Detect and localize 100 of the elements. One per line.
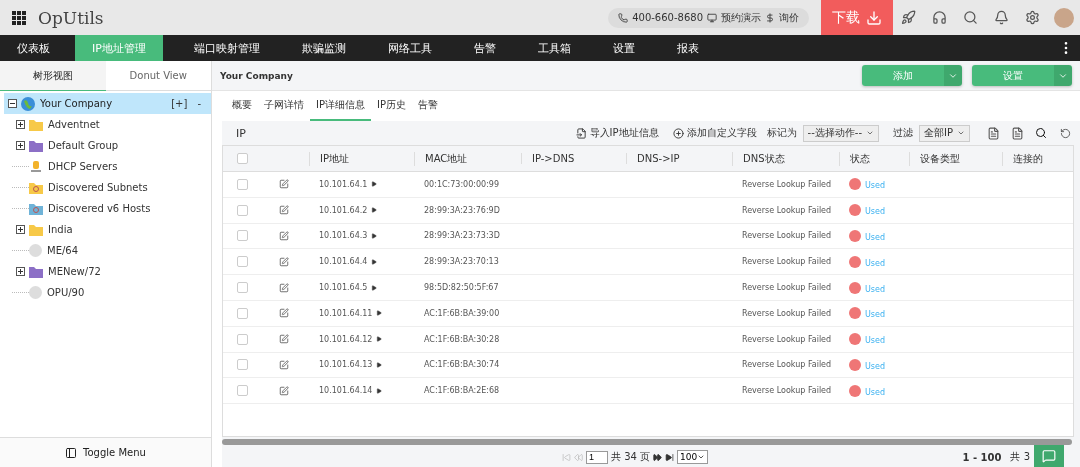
tree-item[interactable]: OPU/90: [0, 282, 211, 303]
sidebar-tab[interactable]: Donut View: [105, 61, 211, 91]
select-all-checkbox[interactable]: [237, 153, 248, 164]
row-checkbox[interactable]: [237, 359, 248, 371]
tree-root[interactable]: Your Company [+] -: [4, 93, 211, 114]
chat-button[interactable]: [1034, 445, 1064, 467]
sidebar-tab[interactable]: 树形视图: [0, 61, 106, 91]
phone-number: 400-660-8680: [632, 12, 703, 23]
edit-icon[interactable]: [279, 334, 289, 345]
horizontal-scrollbar[interactable]: [222, 439, 1072, 445]
add-node-link[interactable]: [+]: [171, 98, 188, 109]
next-page-icon[interactable]: [653, 452, 663, 462]
play-icon[interactable]: [371, 233, 378, 239]
tab[interactable]: IP历史: [371, 91, 412, 121]
play-icon[interactable]: [376, 336, 383, 343]
price-link[interactable]: 询价: [779, 10, 799, 25]
folder-icon: [29, 118, 43, 131]
import-button[interactable]: 导入IP地址信息: [571, 126, 663, 140]
tree-item[interactable]: Default Group: [0, 135, 211, 156]
table-cell-text: Reverse Lookup Failed: [741, 334, 833, 344]
row-checkbox[interactable]: [237, 204, 248, 216]
remove-node-link[interactable]: -: [197, 98, 201, 109]
row-checkbox[interactable]: [237, 307, 248, 319]
ip-address: 10.101.64.12: [319, 334, 373, 344]
nav-tab[interactable]: 设置: [595, 35, 652, 61]
tree-item[interactable]: Discovered Subnets: [0, 177, 211, 198]
table-cell-text: AC:1F:6B:BA:2E:68: [423, 386, 501, 396]
table-cell-text: Reverse Lookup Failed: [741, 360, 833, 370]
play-icon[interactable]: [371, 258, 378, 265]
nav-tab[interactable]: 报表: [659, 35, 716, 61]
tree-item[interactable]: Discovered v6 Hosts: [0, 198, 211, 219]
nav-tab[interactable]: 网络工具: [370, 35, 449, 61]
action-select[interactable]: --选择动作--: [802, 124, 879, 142]
table-cell-text: 00:1C:73:00:00:99: [423, 179, 501, 189]
ip-address: 10.101.64.2: [319, 205, 368, 215]
table-cell-text: 98:5D:82:50:5F:67: [423, 283, 500, 293]
play-icon[interactable]: [371, 207, 378, 214]
last-page-icon[interactable]: [665, 452, 675, 462]
tree-item[interactable]: India: [0, 219, 211, 240]
collapse-icon[interactable]: [8, 99, 17, 108]
demo-link[interactable]: 预约演示: [721, 10, 761, 25]
edit-icon[interactable]: [279, 282, 289, 293]
column-header[interactable]: 状态: [839, 151, 909, 166]
nav-tab[interactable]: 告警: [456, 35, 513, 61]
column-header[interactable]: MAC地址: [414, 151, 521, 166]
tab[interactable]: 概要: [226, 91, 258, 121]
page-input[interactable]: 1: [586, 450, 608, 464]
play-icon[interactable]: [376, 361, 383, 368]
ip-address: 10.101.64.5: [319, 283, 368, 293]
column-header[interactable]: DNS->IP: [626, 153, 732, 164]
play-icon[interactable]: [376, 387, 383, 394]
tab[interactable]: 子网详情: [258, 91, 310, 121]
nav-tab[interactable]: 欺骗监测: [284, 35, 363, 61]
table-cell-text: AC:1F:6B:BA:39:00: [423, 308, 501, 318]
table-cell-text: 28:99:3A:23:76:9D: [423, 205, 501, 215]
nav-tab[interactable]: 仪表板: [0, 35, 67, 61]
page-size-select[interactable]: 100: [677, 450, 709, 464]
custom-field-button[interactable]: 添加自定义字段: [668, 126, 761, 140]
plus-circle-icon: [672, 127, 684, 139]
column-header[interactable]: IP地址: [309, 151, 414, 166]
edit-icon[interactable]: [279, 205, 289, 216]
tree-label: Your Company: [40, 98, 114, 109]
tab[interactable]: 告警: [411, 91, 444, 121]
tree-item[interactable]: DHCP Servers: [0, 156, 211, 177]
row-checkbox[interactable]: [237, 178, 248, 190]
apps-grid-icon[interactable]: [12, 10, 26, 25]
caret-icon: [697, 453, 706, 461]
play-icon[interactable]: [371, 181, 378, 188]
filter-select[interactable]: 全部IP: [919, 124, 970, 142]
expand-icon[interactable]: [16, 225, 25, 234]
phone-icon: [618, 12, 629, 23]
expand-icon[interactable]: [16, 120, 25, 129]
ip-address: 10.101.64.14: [319, 386, 373, 396]
table-cell-text: AC:1F:6B:BA:30:74: [423, 360, 501, 370]
row-checkbox[interactable]: [237, 385, 248, 397]
edit-icon[interactable]: [279, 256, 289, 267]
edit-icon[interactable]: [279, 179, 289, 190]
nav-tab[interactable]: 工具箱: [520, 35, 588, 61]
column-header[interactable]: DNS状态: [732, 151, 839, 166]
tree-item[interactable]: Adventnet: [0, 114, 211, 135]
tree-item[interactable]: ME/64: [0, 240, 211, 261]
edit-icon[interactable]: [279, 231, 289, 241]
edit-icon[interactable]: [279, 359, 289, 370]
expand-icon[interactable]: [16, 267, 25, 276]
expand-icon[interactable]: [16, 141, 25, 150]
play-icon[interactable]: [376, 310, 383, 317]
file-import-icon: [575, 127, 587, 139]
row-checkbox[interactable]: [237, 256, 248, 268]
edit-icon[interactable]: [279, 385, 289, 396]
row-checkbox[interactable]: [237, 230, 248, 242]
chat-icon: [1042, 449, 1056, 463]
nav-tab[interactable]: 端口映射管理: [176, 35, 277, 61]
row-checkbox[interactable]: [237, 333, 248, 345]
row-checkbox[interactable]: [237, 282, 248, 294]
column-header[interactable]: IP->DNS: [521, 153, 626, 164]
tree-item[interactable]: MENew/72: [0, 261, 211, 282]
play-icon[interactable]: [371, 284, 378, 291]
edit-icon[interactable]: [279, 308, 289, 319]
column-header[interactable]: 连接的: [1002, 151, 1073, 166]
column-header[interactable]: 设备类型: [909, 151, 1002, 166]
